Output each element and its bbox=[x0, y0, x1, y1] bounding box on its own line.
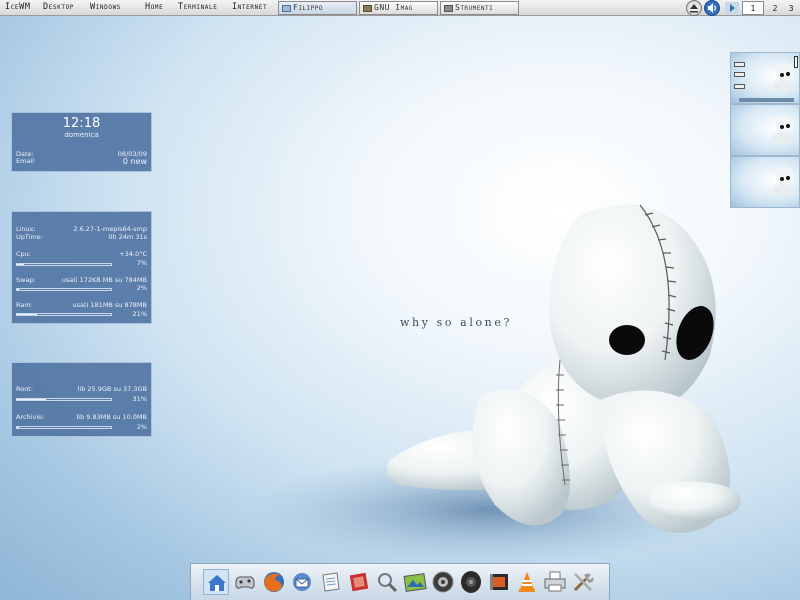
swap-label: Swap: bbox=[16, 276, 36, 284]
clock-day: domenica bbox=[64, 131, 99, 139]
mini-doll-icon bbox=[773, 167, 794, 196]
vlc-icon[interactable] bbox=[514, 569, 540, 595]
video-icon[interactable] bbox=[486, 569, 512, 595]
menu-terminale[interactable]: Terminale bbox=[178, 2, 217, 12]
clock-time: 12:18 bbox=[62, 116, 101, 131]
cpu-label: Cpu: bbox=[16, 250, 31, 258]
ram-percent: 21% bbox=[132, 310, 147, 318]
menu-desktop[interactable]: Desktop bbox=[43, 2, 74, 12]
root-percent: 31% bbox=[132, 395, 147, 403]
ram-value: usati 181MB su 878MB bbox=[72, 301, 148, 309]
mini-window bbox=[734, 84, 745, 89]
uptime-label: UpTime: bbox=[16, 233, 43, 241]
workspace-1-button[interactable]: 1 bbox=[742, 1, 764, 15]
gimp-window-icon bbox=[363, 5, 372, 12]
wallpaper-tagline: why so alone? bbox=[400, 316, 512, 329]
games-icon[interactable] bbox=[232, 569, 258, 595]
menu-internet[interactable]: Internet bbox=[232, 2, 267, 12]
email-label: Email bbox=[16, 157, 35, 165]
thunderbird-icon[interactable] bbox=[289, 569, 315, 595]
root-label: Root: bbox=[16, 385, 33, 393]
mini-window bbox=[734, 62, 745, 67]
task-strumenti[interactable]: Strumenti bbox=[440, 1, 519, 15]
task-label: GNU Imag bbox=[374, 3, 413, 12]
cpu-percent: 7% bbox=[136, 259, 147, 267]
cpu-temp: +34.0°C bbox=[119, 250, 147, 258]
cd-burner-icon[interactable] bbox=[430, 569, 456, 595]
speaker-icon[interactable] bbox=[458, 569, 484, 595]
uptime-value: 0h 24m 31s bbox=[108, 233, 147, 241]
play-arrow-icon[interactable] bbox=[724, 0, 740, 16]
gimp-icon[interactable] bbox=[346, 569, 372, 595]
swap-percent: 2% bbox=[136, 284, 147, 292]
system-widget: Linux: 2.6.27-1-mepis64-smp UpTime: 0h 2… bbox=[11, 211, 152, 324]
archive-percent: 2% bbox=[136, 423, 147, 431]
workspace-pager bbox=[730, 52, 800, 208]
archive-label: Archivio: bbox=[16, 413, 45, 421]
application-dock bbox=[190, 563, 610, 600]
mini-window bbox=[734, 72, 745, 77]
search-icon[interactable] bbox=[374, 569, 400, 595]
task-label: Filippo bbox=[293, 3, 323, 12]
os-value: 2.6.27-1-mepis64-smp bbox=[73, 225, 147, 233]
tools-window-icon bbox=[444, 5, 453, 12]
swap-value: usati 172KB MB su 784MB bbox=[61, 276, 147, 284]
printer-icon[interactable] bbox=[542, 569, 568, 595]
eject-icon[interactable] bbox=[686, 0, 702, 16]
mini-doll-icon bbox=[773, 115, 794, 144]
email-value: 0 new bbox=[122, 157, 147, 166]
workspace-thumbnail-3[interactable] bbox=[730, 156, 800, 208]
menu-home[interactable]: Home bbox=[145, 2, 163, 12]
tools-icon[interactable] bbox=[570, 569, 596, 595]
disk-widget: Root: lib 25.9GB su 37.3GB 31% Archivio:… bbox=[11, 362, 152, 437]
root-value: lib 25.9GB su 37.3GB bbox=[77, 385, 147, 393]
task-gnu-imag[interactable]: GNU Imag bbox=[359, 1, 438, 15]
window-icon bbox=[282, 5, 291, 12]
volume-icon[interactable] bbox=[704, 0, 720, 16]
os-label: Linux: bbox=[16, 225, 36, 233]
workspace-thumbnail-1[interactable] bbox=[730, 52, 800, 104]
mini-doll-icon bbox=[773, 63, 794, 92]
menu-windows[interactable]: Windows bbox=[90, 2, 121, 12]
workspace-3-button[interactable]: 3 bbox=[780, 1, 800, 15]
mini-dock bbox=[739, 98, 794, 102]
task-filippo[interactable]: Filippo bbox=[278, 1, 357, 15]
firefox-icon[interactable] bbox=[261, 569, 287, 595]
archive-value: lib 9.83MB su 10.0MB bbox=[76, 413, 147, 421]
wallpaper-doll-illustration bbox=[250, 204, 741, 565]
home-icon[interactable] bbox=[203, 569, 229, 595]
top-panel: IceWM Desktop Windows Home Terminale Int… bbox=[0, 0, 800, 16]
ram-label: Ram: bbox=[16, 301, 33, 309]
clock-widget: 12:18 domenica Date: 08/03/09 Email 0 ne… bbox=[11, 112, 152, 172]
image-viewer-icon[interactable] bbox=[402, 569, 428, 595]
workspace-thumbnail-2[interactable] bbox=[730, 104, 800, 156]
menu-icewm[interactable]: IceWM bbox=[5, 2, 31, 12]
text-editor-icon[interactable] bbox=[318, 569, 344, 595]
task-label: Strumenti bbox=[455, 3, 494, 12]
